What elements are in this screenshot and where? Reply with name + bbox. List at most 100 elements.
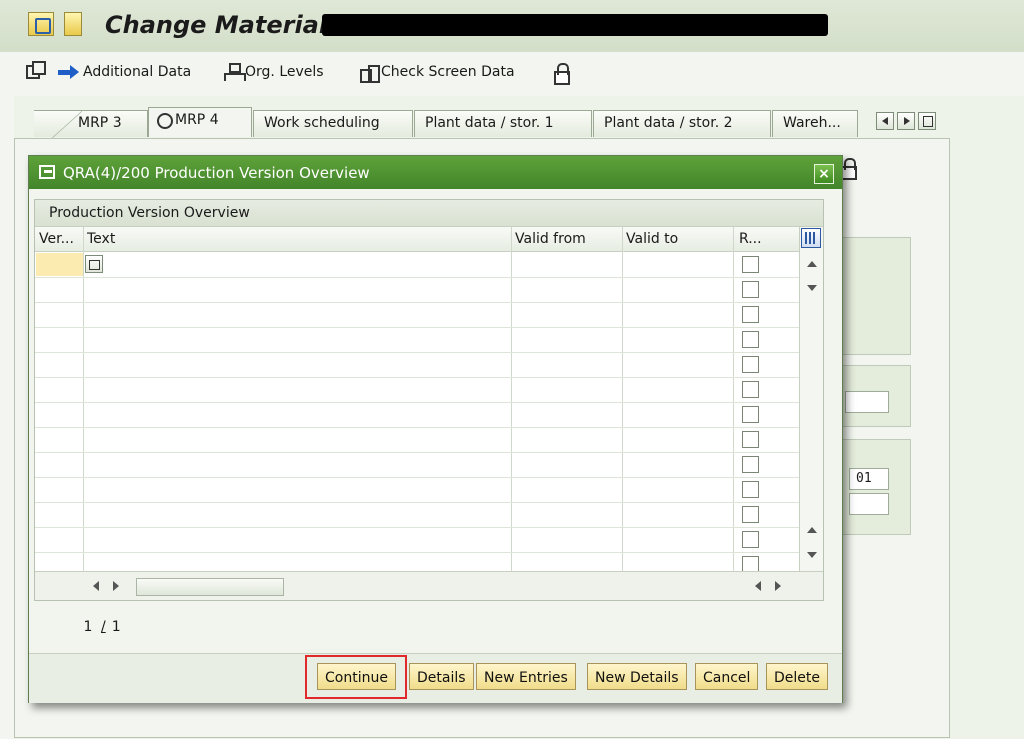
table-row[interactable] [35,327,799,328]
horizontal-scrollbar[interactable] [35,571,823,600]
table-row[interactable] [35,552,799,553]
menu-icon[interactable] [28,12,54,36]
table-row[interactable] [35,502,799,503]
views-icon [26,61,46,79]
tab-label: MRP 4 [175,112,219,128]
tab-label: Work scheduling [264,115,380,131]
row-checkbox[interactable] [742,431,759,448]
lock-button[interactable] [552,63,571,85]
table-row[interactable] [35,427,799,428]
check-screen-icon [360,63,380,83]
arrow-right-icon [58,63,80,81]
delete-button[interactable]: Delete [766,663,828,690]
table-row[interactable] [35,377,799,378]
window-title: Change Material [105,11,328,39]
page-indicator: 1 / 1 [81,619,121,635]
text-detail-icon[interactable] [85,255,103,273]
row-checkbox[interactable] [742,381,759,398]
scroll-page-up-icon[interactable] [807,527,817,533]
org-structure-icon [224,63,246,81]
page-total: 1 [111,619,121,635]
tab-list-button[interactable] [918,112,936,130]
row-checkbox[interactable] [742,281,759,298]
scrollbar-thumb[interactable] [136,578,284,596]
table-row[interactable] [35,277,799,278]
background-field-01[interactable]: 01 [849,468,889,490]
dialog-title: QRA(4)/200 Production Version Overview [63,164,370,182]
new-details-button[interactable]: New Details [587,663,687,690]
table-row[interactable] [35,477,799,478]
row-checkbox[interactable] [742,306,759,323]
tab-plant-data-stor-2[interactable]: Plant data / stor. 2 [593,110,771,137]
row-checkbox[interactable] [742,256,759,273]
page-separator: / [101,619,106,635]
close-button[interactable]: × [814,164,834,184]
tab-work-scheduling[interactable]: Work scheduling [253,110,413,137]
tab-mrp-4[interactable]: MRP 4 [148,107,252,137]
column-header-valid-to[interactable]: Valid to [626,231,678,247]
dialog-title-bar: QRA(4)/200 Production Version Overview × [29,156,842,189]
details-button[interactable]: Details [409,663,474,690]
row-checkbox[interactable] [742,331,759,348]
tab-label: Plant data / stor. 2 [604,115,733,131]
row-checkbox[interactable] [742,506,759,523]
row-checkbox[interactable] [742,481,759,498]
continue-button[interactable]: Continue [317,663,396,690]
version-cell-selected[interactable] [36,253,83,276]
table-row[interactable] [35,302,799,303]
scroll-down-icon[interactable] [807,285,817,291]
table-header: Ver... Text Valid from Valid to R... [35,227,799,252]
select-views-button[interactable] [26,61,46,79]
tab-label: Wareh... [783,115,841,131]
org-levels-label: Org. Levels [245,64,324,80]
tab-label: MRP 3 [78,115,122,131]
column-settings-icon[interactable] [801,228,821,248]
background-field[interactable] [845,391,889,413]
column-separator [511,227,512,571]
tab-warehouse[interactable]: Wareh... [772,110,858,137]
scroll-page-down-icon[interactable] [807,552,817,558]
production-version-table: Production Version Overview Ver... Text … [34,199,824,601]
tab-scroll-left-button[interactable] [876,112,894,130]
column-header-r[interactable]: R... [739,231,762,247]
table-row[interactable] [35,402,799,403]
title-bar: Change Material [0,0,1024,52]
row-checkbox[interactable] [742,356,759,373]
scroll-up-icon[interactable] [807,261,817,267]
column-header-valid-from[interactable]: Valid from [515,231,586,247]
check-screen-data-label: Check Screen Data [381,64,515,80]
table-row[interactable] [35,352,799,353]
lock-icon [552,63,570,85]
row-checkbox[interactable] [742,531,759,548]
table-caption: Production Version Overview [35,200,823,227]
table-row[interactable] [35,452,799,453]
tab-plant-data-stor-1[interactable]: Plant data / stor. 1 [414,110,592,137]
new-entries-button[interactable]: New Entries [476,663,576,690]
application-toolbar: Additional Data Org. Levels Check Screen… [0,52,1024,94]
check-screen-data-button[interactable]: Check Screen Data [360,63,515,83]
cancel-button[interactable]: Cancel [695,663,759,690]
page-current: 1 [83,619,93,635]
column-header-version[interactable]: Ver... [39,231,74,247]
redacted-material-title [322,14,828,36]
column-separator [733,227,734,571]
scroll-right-icon[interactable] [775,581,781,591]
scroll-left-icon[interactable] [755,581,761,591]
tab-scroll-right-button[interactable] [897,112,915,130]
tab-label: Plant data / stor. 1 [425,115,554,131]
background-field[interactable] [849,493,889,515]
row-checkbox[interactable] [742,456,759,473]
vertical-scrollbar[interactable] [799,227,823,571]
org-levels-button[interactable]: Org. Levels [224,63,324,81]
layout-icon[interactable] [64,12,82,36]
column-header-text[interactable]: Text [87,231,115,247]
table-row[interactable] [35,527,799,528]
additional-data-button[interactable]: Additional Data [58,63,191,81]
scroll-left-icon[interactable] [93,581,99,591]
tab-strip: MRP 3 MRP 4 Work scheduling Plant data /… [14,96,1024,138]
scroll-right-icon[interactable] [113,581,119,591]
additional-data-label: Additional Data [83,64,192,80]
tab-mrp-3[interactable]: MRP 3 [34,110,148,138]
row-checkbox[interactable] [742,406,759,423]
column-separator [622,227,623,571]
